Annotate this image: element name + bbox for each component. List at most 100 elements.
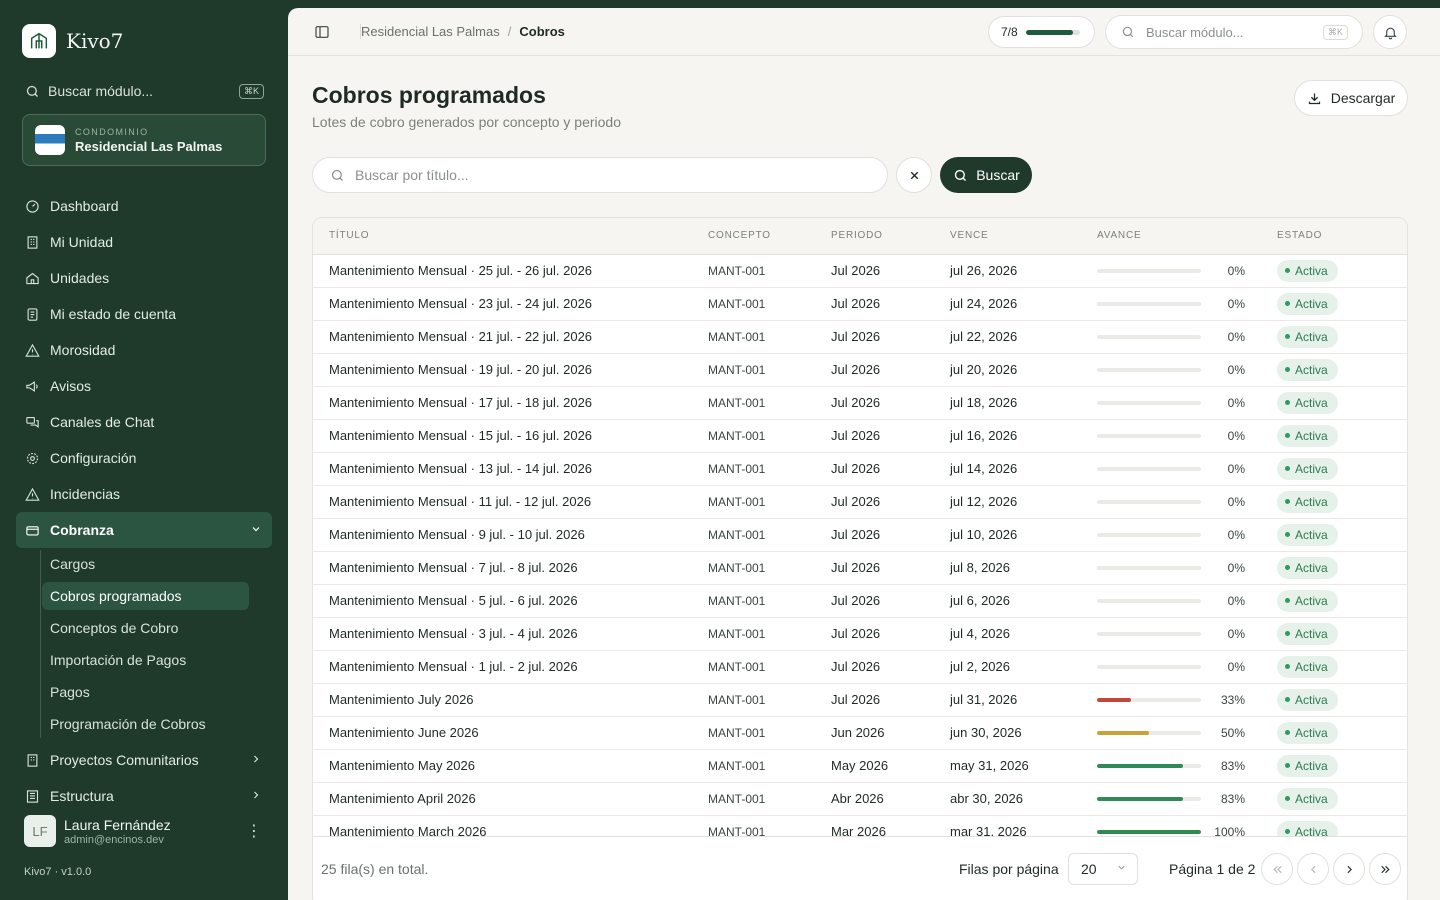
first-page-button[interactable] <box>1261 853 1293 885</box>
sidebar-item-cobranza[interactable]: Cobranza <box>16 512 272 548</box>
status-label: Activa <box>1295 263 1328 278</box>
status-label: Activa <box>1295 692 1328 707</box>
building-icon <box>24 752 40 768</box>
sidebar-subitem-programacion-cobros[interactable]: Programación de Cobros <box>42 710 249 738</box>
sidebar-item-incidencias[interactable]: Incidencias <box>16 476 272 512</box>
table-row[interactable]: Mantenimiento Mensual · 25 jul. - 26 jul… <box>313 254 1407 288</box>
column-header-estado[interactable]: ESTADO <box>1277 218 1407 255</box>
search-button[interactable]: Buscar <box>940 157 1032 193</box>
cell-progress: 0% <box>1097 254 1277 288</box>
breadcrumb-condo[interactable]: Residencial Las Palmas <box>361 24 500 39</box>
sidebar-item-dashboard[interactable]: Dashboard <box>16 188 272 224</box>
table-row[interactable]: Mantenimiento Mensual · 15 jul. - 16 jul… <box>313 419 1407 453</box>
cell-title: Mantenimiento Mensual · 15 jul. - 16 jul… <box>313 419 708 453</box>
brand[interactable]: Kivo7 <box>22 24 123 58</box>
table-row[interactable]: Mantenimiento Mensual · 17 jul. - 18 jul… <box>313 386 1407 420</box>
sidebar-subitem-pagos[interactable]: Pagos <box>42 678 249 706</box>
cell-status: Activa <box>1277 782 1407 816</box>
cell-due: jul 14, 2026 <box>950 452 1097 486</box>
cell-period: Jul 2026 <box>831 551 950 585</box>
progress-percent: 83% <box>1220 758 1245 773</box>
cell-progress: 0% <box>1097 650 1277 684</box>
download-button[interactable]: Descargar <box>1294 80 1408 116</box>
column-header-titulo[interactable]: TÍTULO <box>313 218 708 255</box>
table-row[interactable]: Mantenimiento April 2026 MANT-001 Abr 2026… <box>313 782 1407 816</box>
sidebar-item-proyectos[interactable]: Proyectos Comunitarios <box>16 742 272 778</box>
sidebar-subitem-cargos[interactable]: Cargos <box>42 550 249 578</box>
sidebar-item-estructura[interactable]: Estructura <box>16 778 272 814</box>
cell-period: Jul 2026 <box>831 683 950 717</box>
table-row[interactable]: Mantenimiento Mensual · 9 jul. - 10 jul.… <box>313 518 1407 552</box>
chevron-down-icon <box>1116 862 1127 876</box>
sidebar-item-canales-chat[interactable]: Canales de Chat <box>16 404 272 440</box>
onboarding-progress[interactable]: 7/8 <box>988 16 1095 48</box>
rows-per-page-select[interactable]: 20 <box>1068 853 1138 885</box>
sidebar-search-placeholder: Buscar módulo... <box>48 83 154 99</box>
progress-bar <box>1097 433 1201 438</box>
progress-bar <box>1097 499 1201 504</box>
table-row[interactable]: Mantenimiento Mensual · 7 jul. - 8 jul. … <box>313 551 1407 585</box>
table-row[interactable]: Mantenimiento Mensual · 3 jul. - 4 jul. … <box>313 617 1407 651</box>
cell-due: jul 8, 2026 <box>950 551 1097 585</box>
cell-concept: MANT-001 <box>708 353 831 387</box>
table-row[interactable]: Mantenimiento Mensual · 13 jul. - 14 jul… <box>313 452 1407 486</box>
megaphone-icon <box>24 378 40 394</box>
column-header-vence[interactable]: VENCE <box>950 218 1097 255</box>
sidebar-item-unidades[interactable]: Unidades <box>16 260 272 296</box>
next-page-button[interactable] <box>1333 853 1365 885</box>
table-row[interactable]: Mantenimiento Mensual · 5 jul. - 6 jul. … <box>313 584 1407 618</box>
table-row[interactable]: Mantenimiento July 2026 MANT-001 Jul 2026 j… <box>313 683 1407 717</box>
cell-period: May 2026 <box>831 749 950 783</box>
user-menu[interactable]: LF Laura Fernández admin@encinos.dev ⋮ <box>24 814 268 848</box>
title-search-input[interactable] <box>355 167 855 183</box>
module-search[interactable]: Buscar módulo... ⌘K <box>1105 15 1363 49</box>
sidebar-subitem-conceptos-cobro[interactable]: Conceptos de Cobro <box>42 614 249 642</box>
sidebar-subitem-importacion-pagos[interactable]: Importación de Pagos <box>42 646 249 674</box>
condo-name: Residencial Las Palmas <box>75 138 223 154</box>
sidebar-item-avisos[interactable]: Avisos <box>16 368 272 404</box>
cell-due: jul 4, 2026 <box>950 617 1097 651</box>
chevron-down-icon <box>250 523 262 538</box>
table-row[interactable]: Mantenimiento Mensual · 1 jul. - 2 jul. … <box>313 650 1407 684</box>
cell-title: Mantenimiento Mensual · 3 jul. - 4 jul. … <box>313 617 708 651</box>
table-row[interactable]: Mantenimiento May 2026 MANT-001 May 2026 ma… <box>313 749 1407 783</box>
cell-status: Activa <box>1277 716 1407 750</box>
cell-due: jul 2, 2026 <box>950 650 1097 684</box>
condo-switcher[interactable]: CONDOMINIO Residencial Las Palmas <box>22 114 266 166</box>
sidebar-item-morosidad[interactable]: Morosidad <box>16 332 272 368</box>
more-vertical-icon[interactable]: ⋮ <box>246 821 262 841</box>
table-row[interactable]: Mantenimiento Mensual · 11 jul. - 12 jul… <box>313 485 1407 519</box>
cobranza-submenu: Cargos Cobros programados Conceptos de C… <box>40 550 272 738</box>
sidebar-subitem-cobros-programados[interactable]: Cobros programados <box>42 582 249 610</box>
column-header-avance[interactable]: AVANCE <box>1097 218 1277 255</box>
column-header-concepto[interactable]: CONCEPTO <box>708 218 831 255</box>
status-dot-icon <box>1285 268 1290 273</box>
search-icon <box>329 167 345 183</box>
page-title: Cobros programados <box>312 82 546 108</box>
table-row[interactable]: Mantenimiento March 2026 MANT-001 Mar 2026… <box>313 815 1407 836</box>
cell-progress: 0% <box>1097 287 1277 321</box>
cell-progress: 0% <box>1097 518 1277 552</box>
sidebar-item-configuracion[interactable]: Configuración <box>16 440 272 476</box>
clear-search-button[interactable] <box>896 157 932 193</box>
breadcrumb-separator: / <box>507 24 512 39</box>
sidebar-item-mi-unidad[interactable]: Mi Unidad <box>16 224 272 260</box>
sidebar-search[interactable]: Buscar módulo... ⌘K <box>24 80 264 102</box>
status-badge: Activa <box>1277 556 1338 579</box>
notifications-button[interactable] <box>1373 15 1407 49</box>
previous-page-button[interactable] <box>1297 853 1329 885</box>
sidebar-item-estado-cuenta[interactable]: Mi estado de cuenta <box>16 296 272 332</box>
table-row[interactable]: Mantenimiento June 2026 MANT-001 Jun 2026 j… <box>313 716 1407 750</box>
table-row[interactable]: Mantenimiento Mensual · 23 jul. - 24 jul… <box>313 287 1407 321</box>
sidebar-item-label: Proyectos Comunitarios <box>50 752 199 768</box>
cell-concept: MANT-001 <box>708 584 831 618</box>
table-row[interactable]: Mantenimiento Mensual · 21 jul. - 22 jul… <box>313 320 1407 354</box>
column-header-periodo[interactable]: PERIODO <box>831 218 950 255</box>
table-row[interactable]: Mantenimiento Mensual · 19 jul. - 20 jul… <box>313 353 1407 387</box>
table-scroll[interactable]: TÍTULO CONCEPTO PERIODO VENCE AVANCE EST… <box>313 218 1407 836</box>
sidebar-toggle-icon[interactable] <box>314 24 330 43</box>
breadcrumb: Residencial Las Palmas / Cobros <box>360 24 565 39</box>
progress-percent: 0% <box>1227 329 1245 344</box>
last-page-button[interactable] <box>1369 853 1401 885</box>
cell-title: Mantenimiento Mensual · 23 jul. - 24 jul… <box>313 287 708 321</box>
